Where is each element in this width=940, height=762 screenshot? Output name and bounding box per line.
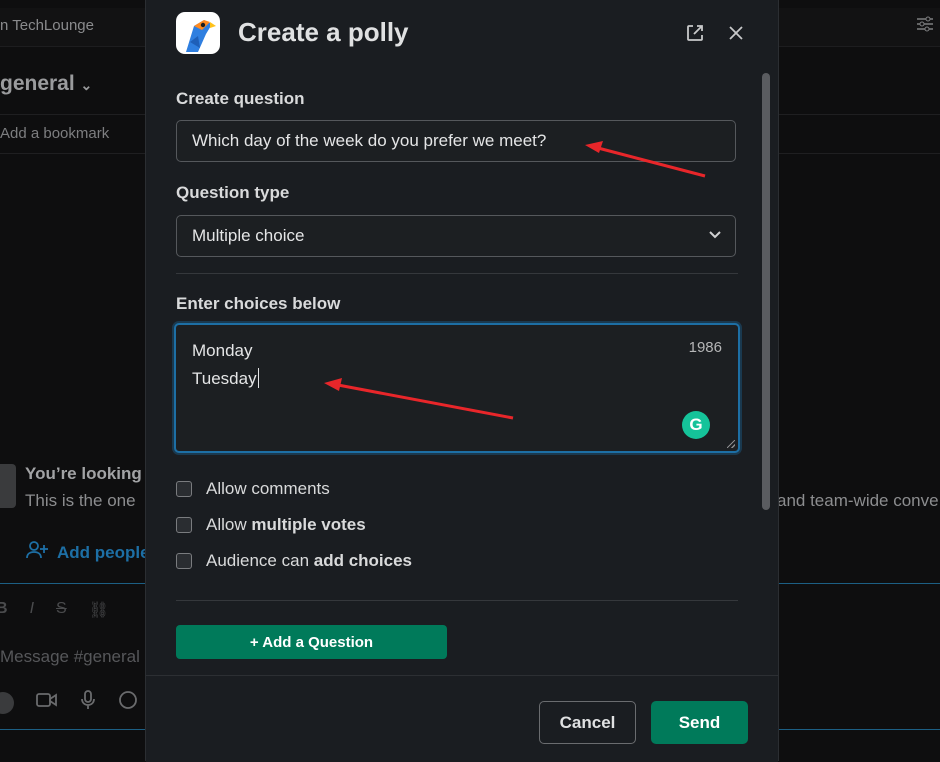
modal-scrollbar[interactable] xyxy=(762,73,770,510)
question-type-value: Multiple choice xyxy=(192,226,305,245)
channel-intro-title: You’re looking xyxy=(25,464,142,483)
cancel-button[interactable]: Cancel xyxy=(539,701,636,744)
emoji-icon[interactable] xyxy=(118,690,138,715)
audience-add-choices-option[interactable]: Audience can add choices xyxy=(176,551,412,571)
plus-icon[interactable] xyxy=(0,691,14,714)
question-label: Create question xyxy=(176,89,305,108)
popout-icon[interactable] xyxy=(681,19,709,47)
add-people-icon xyxy=(25,540,49,565)
italic-icon[interactable]: I xyxy=(30,600,34,620)
grammarly-icon[interactable]: G xyxy=(682,411,710,439)
channel-intro-text: This is the one xyxy=(25,491,136,510)
choice-line: Monday xyxy=(192,341,253,360)
add-bookmark-link[interactable]: Add a bookmark xyxy=(0,125,109,142)
choices-label: Enter choices below xyxy=(176,294,341,313)
section-divider xyxy=(176,273,738,274)
modal-footer: Cancel Send xyxy=(146,675,778,762)
bold-icon[interactable]: B xyxy=(0,600,8,620)
allow-comments-option[interactable]: Allow comments xyxy=(176,479,330,499)
question-value: Which day of the week do you prefer we m… xyxy=(192,131,547,150)
channel-intro-text-right: and team-wide conve xyxy=(777,491,939,510)
add-people-label: Add people xyxy=(57,542,150,562)
option-label: Allow comments xyxy=(206,479,330,498)
message-input[interactable]: Message #general xyxy=(0,647,140,667)
polly-modal: Create a polly Create question Which day… xyxy=(145,0,779,762)
choices-textarea[interactable]: Monday Tuesday 1986 G xyxy=(174,323,740,453)
channel-icon xyxy=(0,464,16,508)
formatting-toolbar: B I S ⛓ xyxy=(0,600,109,620)
question-type-select[interactable]: Multiple choice xyxy=(176,215,736,257)
allow-multiple-votes-option[interactable]: Allow multiple votes xyxy=(176,515,366,535)
choice-line: Tuesday xyxy=(192,368,259,388)
option-label: Audience can add choices xyxy=(206,551,413,570)
close-icon[interactable] xyxy=(722,19,750,47)
option-label: Allow multiple votes xyxy=(206,515,366,534)
workspace-name: n TechLounge xyxy=(0,17,94,34)
modal-title: Create a polly xyxy=(238,17,409,47)
add-question-button[interactable]: + Add a Question xyxy=(176,625,447,659)
resize-handle[interactable] xyxy=(727,440,735,448)
chevron-down-icon xyxy=(707,226,723,247)
character-counter: 1986 xyxy=(688,339,722,356)
link-icon[interactable]: ⛓ xyxy=(89,600,109,620)
checkbox[interactable] xyxy=(176,481,192,497)
filter-icon xyxy=(916,16,934,37)
polly-parrot-logo xyxy=(176,12,220,54)
checkbox[interactable] xyxy=(176,517,192,533)
add-people-button[interactable]: Add people xyxy=(25,540,150,565)
channel-title[interactable]: general ⌄ xyxy=(0,72,92,96)
strikethrough-icon[interactable]: S xyxy=(56,600,67,620)
video-icon[interactable] xyxy=(36,692,58,713)
section-divider xyxy=(176,600,738,601)
text-caret xyxy=(257,368,259,388)
microphone-icon[interactable] xyxy=(80,690,96,715)
checkbox[interactable] xyxy=(176,553,192,569)
composer-tools xyxy=(0,690,138,715)
send-button[interactable]: Send xyxy=(651,701,748,744)
question-type-label: Question type xyxy=(176,183,290,202)
question-input[interactable]: Which day of the week do you prefer we m… xyxy=(176,120,736,162)
